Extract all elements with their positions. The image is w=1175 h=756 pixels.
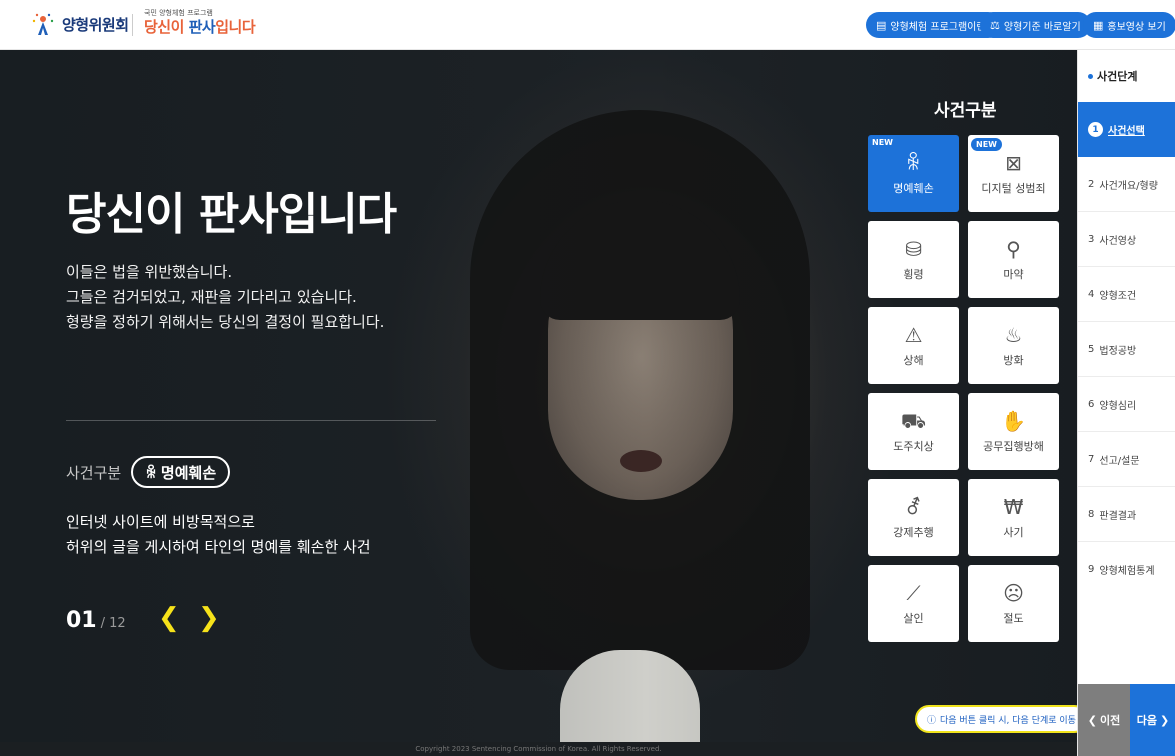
footer-copyright: Copyright 2023 Sentencing Commission of … xyxy=(0,742,1077,756)
step-7[interactable]: 7 선고/설문 xyxy=(1078,432,1175,487)
prev-step-button[interactable]: ❮ 이전 xyxy=(1078,684,1130,756)
document-icon: ▤ xyxy=(876,18,887,32)
commission-emblem-icon xyxy=(32,13,54,35)
step-8[interactable]: 8 판결결과 xyxy=(1078,487,1175,542)
category-badge: ꆜ 명예훼손 xyxy=(131,456,231,488)
people-icon: ꆜ xyxy=(905,150,922,175)
category-card-defamation[interactable]: NEW ꆜ 명예훼손 xyxy=(868,135,959,212)
step-9[interactable]: 9 양형체험통계 xyxy=(1078,542,1175,597)
commission-logo[interactable]: 양형위원회 xyxy=(30,8,129,40)
step-4[interactable]: 4 양형조건 xyxy=(1078,267,1175,322)
syringe-icon: ⚲ xyxy=(1006,236,1021,261)
video-icon: ▦ xyxy=(1093,18,1104,32)
injury-icon: ⚠ xyxy=(904,322,923,347)
new-badge: NEW xyxy=(872,138,893,147)
category-card-embezzlement[interactable]: ⛁ 횡령 xyxy=(868,221,959,298)
category-card-obstruction[interactable]: ✋ 공무집행방해 xyxy=(968,393,1059,470)
step-3[interactable]: 3 사건영상 xyxy=(1078,212,1175,267)
next-case-arrow[interactable]: ❯ xyxy=(198,603,220,633)
hand-icon: ✋ xyxy=(1001,408,1026,433)
program-logo-subtitle: 국민 양형체험 프로그램 xyxy=(144,9,213,17)
case-description: 인터넷 사이트에 비방목적으로 허위의 글을 게시하여 타인의 명예를 훼손한 … xyxy=(66,513,371,556)
category-card-fraud[interactable]: ₩ 사기 xyxy=(968,479,1059,556)
category-label: 사건구분 xyxy=(66,463,122,482)
prev-case-arrow[interactable]: ❮ xyxy=(158,603,180,633)
header: 양형위원회 국민 양형체험 프로그램 당신이 판사입니다 ▤ 양형체험 프로그램… xyxy=(0,0,1175,50)
next-step-tip: ⓘ 다음 버튼 클릭 시, 다음 단계로 이동 xyxy=(915,705,1088,733)
chevron-left-icon: ❮ xyxy=(1087,713,1097,727)
hero-description: 이들은 법을 위반했습니다. 그들은 검거되었고, 재판을 기다리고 있습니다.… xyxy=(66,263,385,331)
step-1[interactable]: 1 사건선택 xyxy=(1078,102,1175,157)
category-card-murder[interactable]: ⟋ 살인 xyxy=(868,565,959,642)
new-badge: NEW xyxy=(971,138,1002,151)
category-card-hit-and-run[interactable]: ⛟ 도주치상 xyxy=(868,393,959,470)
category-card-digital-sex-crime[interactable]: NEW ⊠ 디지털 성범죄 xyxy=(968,135,1059,212)
info-icon: ⓘ xyxy=(927,715,937,726)
category-heading: 사건구분 xyxy=(934,101,997,121)
category-card-indecent-assault[interactable]: ⚦ 강제추행 xyxy=(868,479,959,556)
category-card-injury[interactable]: ⚠ 상해 xyxy=(868,307,959,384)
program-logo-title: 당신이 판사입니다 xyxy=(144,18,256,36)
promo-video-button[interactable]: ▦ 홍보영상 보기 xyxy=(1083,12,1175,38)
category-card-drugs[interactable]: ⚲ 마약 xyxy=(968,221,1059,298)
next-step-button[interactable]: 다음 ❯ xyxy=(1130,684,1175,756)
knife-icon: ⟋ xyxy=(906,580,921,605)
sentencing-guide-button[interactable]: ⚖ 양형기준 바로알기 xyxy=(980,12,1091,38)
chevron-right-icon: ❯ xyxy=(1160,713,1170,727)
page-current: 01 xyxy=(66,608,97,633)
money-icon: ⛁ xyxy=(905,236,922,261)
category-card-theft[interactable]: ☹ 절도 xyxy=(968,565,1059,642)
logo-divider xyxy=(132,14,133,36)
people-icon: ꆜ xyxy=(145,464,157,482)
category-card-arson[interactable]: ♨ 방화 xyxy=(968,307,1059,384)
moneybag-icon: ₩ xyxy=(1003,494,1024,519)
step-5[interactable]: 5 법정공방 xyxy=(1078,322,1175,377)
case-pager: 01 / 12 xyxy=(66,608,126,633)
step-2[interactable]: 2 사건개요/형량 xyxy=(1078,157,1175,212)
step-number: 1 xyxy=(1088,122,1103,137)
page-total: / 12 xyxy=(100,616,126,631)
program-logo[interactable]: 국민 양형체험 프로그램 당신이 판사입니다 xyxy=(144,8,256,36)
step-sidebar: 사건단계 1 사건선택 2 사건개요/형량 3 사건영상 4 양형조건 5 법정공방 6… xyxy=(1077,50,1175,756)
steps-heading: 사건단계 xyxy=(1078,50,1175,102)
monitor-icon: ⊠ xyxy=(1005,150,1022,175)
current-category: 사건구분 ꆜ 명예훼손 xyxy=(66,456,231,488)
bullet-icon xyxy=(1088,73,1093,79)
mask-icon: ☹ xyxy=(1003,580,1024,605)
fire-icon: ♨ xyxy=(1004,322,1023,347)
category-grid: NEW ꆜ 명예훼손 NEW ⊠ 디지털 성범죄 ⛁ 횡령 ⚲ 마약 ⚠ 상해 … xyxy=(868,135,1059,642)
hero-title: 당신이 판사입니다 xyxy=(66,189,397,240)
commission-name: 양형위원회 xyxy=(62,15,129,34)
car-icon: ⛟ xyxy=(900,408,927,433)
gender-icon: ⚦ xyxy=(905,494,922,519)
step-6[interactable]: 6 양형심리 xyxy=(1078,377,1175,432)
scale-icon: ⚖ xyxy=(990,18,1000,32)
divider xyxy=(66,420,436,421)
